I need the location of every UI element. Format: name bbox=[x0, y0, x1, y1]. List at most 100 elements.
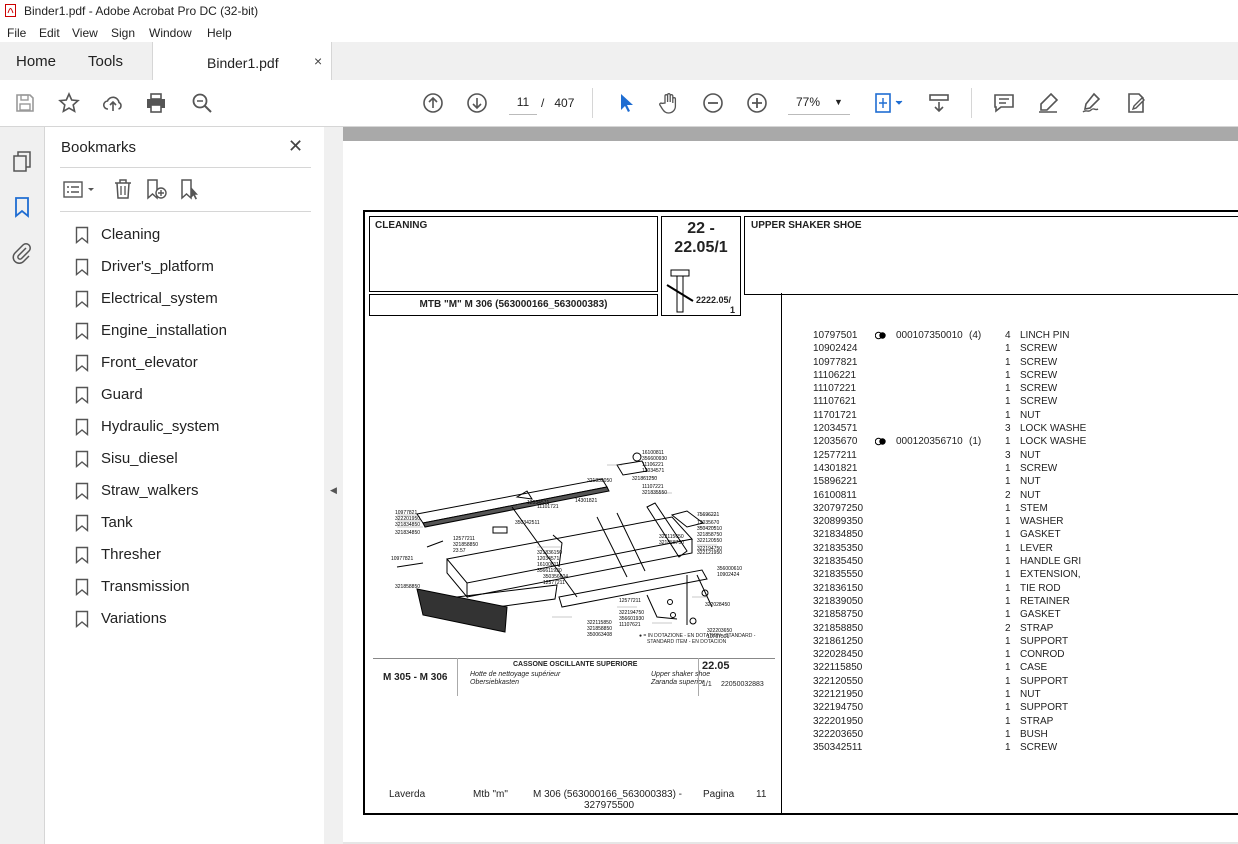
new-bookmark-icon[interactable] bbox=[145, 178, 169, 202]
comment-icon[interactable] bbox=[992, 91, 1016, 115]
panel-divider bbox=[60, 211, 311, 212]
part-callout-label: 321834850 bbox=[395, 522, 420, 528]
part-description: STEM bbox=[1020, 502, 1048, 514]
menu-sign[interactable]: Sign bbox=[111, 26, 135, 40]
part-description: LOCK WASHE bbox=[1020, 436, 1087, 448]
document-viewport[interactable]: CLEANING MTB "M" M 306 (563000166_563000… bbox=[343, 127, 1238, 844]
part-description: SCREW bbox=[1020, 383, 1058, 395]
machine-thumbnail-icon bbox=[666, 269, 694, 313]
part-code: 12035670 bbox=[813, 436, 858, 448]
part-description: EXTENSION, bbox=[1020, 569, 1081, 581]
bookmark-icon bbox=[75, 386, 89, 404]
bookmark-label: Transmission bbox=[101, 578, 190, 595]
bookmark-options-icon[interactable] bbox=[63, 180, 97, 200]
part-callout-label: 322028450 bbox=[705, 602, 730, 608]
part-callout-label: 10977821 bbox=[391, 556, 413, 562]
part-callout-label: 23.57 bbox=[453, 548, 466, 554]
part-description: TIE ROD bbox=[1020, 582, 1061, 594]
part-callout-label: 350342511 bbox=[515, 520, 540, 526]
attachment-paperclip-icon[interactable] bbox=[10, 241, 34, 265]
part-qty: 1 bbox=[1005, 569, 1011, 581]
close-tab-icon[interactable]: × bbox=[314, 53, 322, 69]
menu-help[interactable]: Help bbox=[207, 26, 232, 40]
part-callout-label: 12577211 bbox=[543, 580, 565, 586]
standard-item-icon bbox=[875, 438, 886, 446]
footer-brand: Laverda bbox=[389, 789, 426, 800]
select-cursor-icon[interactable] bbox=[614, 91, 638, 115]
part-callout-label: 12034571 bbox=[642, 468, 664, 474]
save-icon[interactable] bbox=[13, 91, 37, 115]
hand-tool-icon[interactable] bbox=[657, 91, 681, 115]
part-code: 321861250 bbox=[813, 635, 864, 647]
part-code: 10797501 bbox=[813, 330, 858, 341]
toolbar: 11 / 407 77% ▼ bbox=[0, 80, 1238, 127]
footer-model-code: 327975500 bbox=[584, 800, 635, 811]
print-icon[interactable] bbox=[144, 91, 168, 115]
cloud-upload-icon[interactable] bbox=[101, 91, 125, 115]
part-code: 321835550 bbox=[813, 569, 864, 581]
bookmark-icon bbox=[75, 322, 89, 340]
bookmark-icon bbox=[75, 450, 89, 468]
menu-file[interactable]: File bbox=[7, 26, 26, 40]
model-label: MTB "M" M 306 (563000166_563000383) bbox=[419, 299, 608, 310]
page-total: 407 bbox=[554, 96, 575, 110]
draw-signature-icon[interactable] bbox=[1080, 91, 1104, 115]
previous-page-icon[interactable] bbox=[421, 91, 445, 115]
part-ref: 000107350010 bbox=[896, 330, 963, 341]
part-code: 12034571 bbox=[813, 423, 858, 435]
star-icon[interactable] bbox=[57, 91, 81, 115]
part-code: 15896221 bbox=[813, 476, 858, 488]
highlight-pen-icon[interactable] bbox=[1036, 91, 1060, 115]
window-title: Binder1.pdf - Adobe Acrobat Pro DC (32-b… bbox=[24, 4, 259, 18]
part-code: 10902424 bbox=[813, 343, 858, 355]
part-qty: 2 bbox=[1005, 489, 1011, 501]
toolbar-divider bbox=[592, 88, 593, 118]
drawing-title-fr: Hotte de nettoyage supérieur bbox=[470, 671, 561, 678]
collapse-arrow-icon: ◀ bbox=[330, 485, 337, 495]
page-number-input[interactable]: 11 bbox=[509, 90, 537, 115]
bookmark-from-selection-icon[interactable] bbox=[179, 178, 203, 202]
toolbar-divider bbox=[971, 88, 972, 118]
bookmark-label: Hydraulic_system bbox=[101, 418, 220, 435]
menu-edit[interactable]: Edit bbox=[39, 26, 60, 40]
part-code: 11107621 bbox=[813, 396, 857, 408]
part-code: 322028450 bbox=[813, 649, 864, 661]
part-description: SUPPORT bbox=[1020, 675, 1069, 687]
tab-document[interactable]: Binder1.pdf × bbox=[152, 42, 332, 81]
part-description: SCREW bbox=[1020, 462, 1058, 474]
bookmark-icon bbox=[75, 578, 89, 596]
drawing-model: M 305 - M 306 bbox=[383, 672, 448, 683]
fill-sign-icon[interactable] bbox=[1124, 91, 1148, 115]
part-callout-label: 350063408 bbox=[587, 632, 612, 638]
part-qty: 4 bbox=[1005, 330, 1011, 341]
menu-bar: File Edit View Sign Window Help bbox=[0, 22, 1238, 42]
bookmark-label: Guard bbox=[101, 386, 143, 403]
part-callout-label: 11107621 bbox=[619, 622, 641, 628]
drawing-title-it: CASSONE OSCILLANTE SUPERIORE bbox=[513, 661, 638, 668]
fit-page-icon[interactable] bbox=[872, 91, 906, 115]
search-zoom-icon[interactable] bbox=[190, 91, 214, 115]
part-qty: 1 bbox=[1005, 529, 1011, 541]
page-tools-icon[interactable] bbox=[927, 91, 951, 115]
menu-view[interactable]: View bbox=[72, 26, 98, 40]
zoom-level-select[interactable]: 77% ▼ bbox=[788, 90, 850, 115]
page-thumbnails-icon[interactable] bbox=[10, 149, 34, 173]
part-callout-label: 322120550 bbox=[697, 538, 722, 544]
menu-window[interactable]: Window bbox=[149, 26, 192, 40]
tab-home[interactable]: Home bbox=[16, 53, 56, 70]
part-note: (1) bbox=[969, 436, 982, 448]
delete-bookmark-icon[interactable] bbox=[113, 178, 133, 200]
part-qty: 1 bbox=[1005, 582, 1011, 594]
part-qty: 3 bbox=[1005, 423, 1011, 435]
bookmark-panel-icon[interactable] bbox=[10, 195, 34, 219]
zoom-out-icon[interactable] bbox=[701, 91, 725, 115]
part-qty: 1 bbox=[1005, 383, 1011, 395]
zoom-in-icon[interactable] bbox=[745, 91, 769, 115]
part-description: SUPPORT bbox=[1020, 702, 1069, 714]
close-panel-icon[interactable]: ✕ bbox=[288, 136, 303, 157]
panel-collapse-handle[interactable]: ◀ bbox=[324, 127, 343, 844]
next-page-icon[interactable] bbox=[465, 91, 489, 115]
part-qty: 1 bbox=[1005, 516, 1011, 528]
tab-tools[interactable]: Tools bbox=[88, 53, 123, 70]
section-box: CLEANING bbox=[369, 216, 658, 292]
